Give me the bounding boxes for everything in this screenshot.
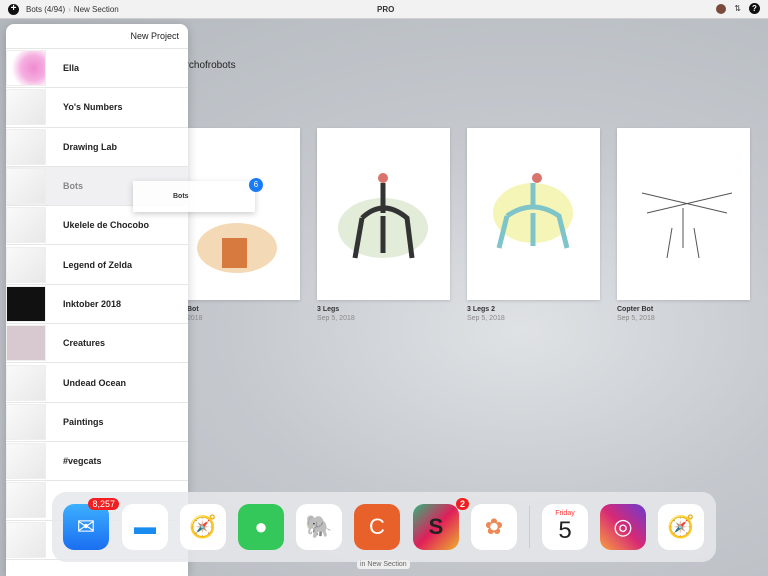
project-thumbnail	[6, 50, 46, 87]
project-item[interactable]: Creatures	[6, 324, 188, 364]
messages-app-icon[interactable]: ●	[238, 504, 284, 550]
evernote-app-icon[interactable]: 🐘	[296, 504, 342, 550]
project-item[interactable]: Paintings	[6, 403, 188, 442]
project-label: Drawing Lab	[63, 141, 118, 152]
calendar-day: Friday	[555, 509, 575, 517]
project-thumbnail	[6, 364, 46, 401]
card-date: 2018	[187, 315, 203, 322]
section-label: in New Section	[357, 560, 410, 569]
project-thumbnail	[6, 246, 46, 283]
project-label: Creatures	[63, 338, 106, 349]
project-item[interactable]: Ella	[6, 49, 188, 89]
files-app-icon[interactable]: ▬	[122, 504, 168, 550]
breadcrumb-section[interactable]: New Section	[74, 5, 119, 14]
new-project-button[interactable]: New Project	[130, 31, 179, 41]
dock-divider	[529, 506, 530, 548]
dock: ✉ 8,257 ▬ 🧭 ● 🐘 C S2 ✿ Friday 5 ◎ 🧭	[52, 492, 716, 562]
breadcrumb-project[interactable]: Bots (4/94)	[26, 5, 65, 14]
project-thumbnail	[6, 207, 46, 244]
avatar[interactable]	[716, 3, 727, 14]
project-item[interactable]: Drawing Lab	[6, 128, 188, 167]
project-item[interactable]: Legend of Zelda	[6, 245, 188, 285]
instagram-app-icon[interactable]: ◎	[600, 504, 646, 550]
card-date: Sep 5, 2018	[617, 315, 655, 322]
project-thumbnail	[6, 89, 46, 126]
safari-app-icon[interactable]: 🧭	[180, 504, 226, 550]
project-thumbnail	[6, 168, 46, 205]
project-label: #vegcats	[63, 456, 102, 467]
project-label: Yo's Numbers	[63, 102, 123, 113]
card-date: Sep 5, 2018	[317, 315, 355, 322]
mail-badge: 8,257	[88, 498, 119, 510]
project-label: Paintings	[63, 416, 104, 427]
calendar-date: 5	[558, 516, 572, 544]
project-label: Legend of Zelda	[63, 259, 133, 270]
project-item[interactable]: Ukelele de Chocobo	[6, 206, 188, 246]
project-label: Bots	[63, 181, 83, 192]
drag-count-badge: 6	[249, 178, 263, 192]
card-3-legs[interactable]	[317, 128, 450, 300]
project-label: Ella	[63, 63, 80, 74]
project-thumbnail	[6, 443, 46, 480]
card-3-legs-2[interactable]	[467, 128, 600, 300]
project-item[interactable]: Undead Ocean	[6, 363, 188, 403]
breadcrumb[interactable]: Bots (4/94) › New Section	[26, 5, 119, 14]
card-date: Sep 5, 2018	[467, 315, 505, 322]
calendar-app-icon[interactable]: Friday 5	[542, 504, 588, 550]
project-thumbnail	[6, 128, 46, 165]
card-name: Bot	[187, 306, 199, 313]
project-item[interactable]: Yo's Numbers	[6, 88, 188, 128]
project-thumbnail	[6, 482, 46, 519]
gallery-title: archofrobots	[180, 60, 236, 71]
card-name: 3 Legs 2	[467, 306, 496, 313]
project-thumbnail	[6, 521, 46, 558]
sort-icon[interactable]: ⇅	[734, 4, 741, 13]
project-label: Undead Ocean	[63, 377, 127, 388]
help-icon[interactable]: ?	[749, 3, 760, 14]
add-icon[interactable]: +	[8, 4, 19, 15]
project-thumbnail	[6, 403, 46, 440]
tapbots-app-icon[interactable]: C	[354, 504, 400, 550]
project-label: Ukelele de Chocobo	[63, 220, 150, 231]
project-thumbnail	[6, 285, 46, 322]
pro-label: PRO	[377, 5, 395, 14]
project-item[interactable]: #vegcats	[6, 442, 188, 482]
safari-app-icon[interactable]: 🧭	[658, 504, 704, 550]
project-label: Inktober 2018	[63, 298, 122, 309]
project-thumbnail	[6, 325, 46, 362]
card-name: 3 Legs	[317, 306, 340, 313]
card-copter-bot[interactable]	[617, 128, 750, 300]
card-name: Copter Bot	[617, 306, 654, 313]
dragged-item[interactable]: Bots	[133, 181, 255, 212]
project-item[interactable]: Inktober 2018	[6, 285, 188, 325]
slack-app-icon[interactable]: S2	[413, 498, 469, 550]
mail-app-icon[interactable]: ✉ 8,257	[63, 498, 119, 550]
photos-app-icon[interactable]: ✿	[471, 504, 517, 550]
top-bar: + Bots (4/94) › New Section PRO ⇅?	[0, 0, 768, 19]
slack-badge: 2	[455, 498, 469, 510]
